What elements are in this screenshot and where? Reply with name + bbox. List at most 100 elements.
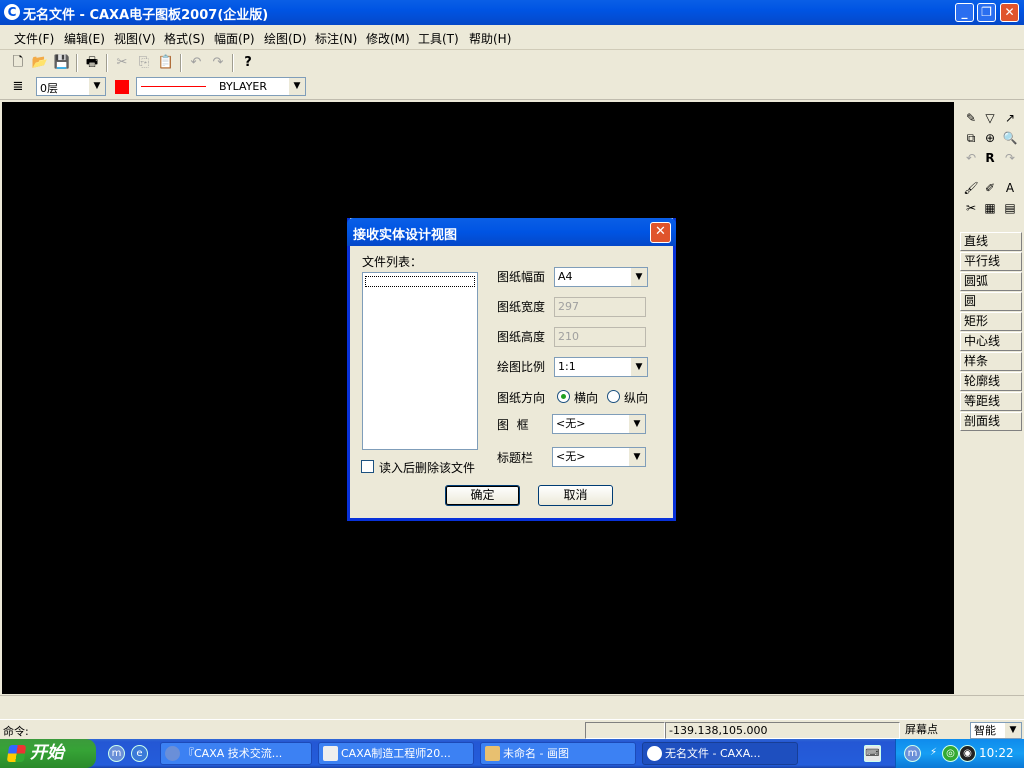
tray-network-icon[interactable]: ⚡: [925, 745, 942, 762]
undo-icon[interactable]: ↶: [186, 53, 206, 73]
file-list-label: 文件列表：: [362, 255, 423, 269]
landscape-label[interactable]: 横向: [574, 389, 598, 406]
new-file-icon[interactable]: 🗋: [8, 53, 28, 73]
task-label: 『CAXA 技术交流...: [183, 747, 283, 760]
funnel-icon[interactable]: ▽: [981, 109, 999, 127]
brush-icon[interactable]: 🖌: [962, 179, 980, 197]
draw-rectangle-button[interactable]: 矩形: [960, 312, 1022, 331]
toolbar-separator: [180, 54, 182, 72]
color-swatch[interactable]: [115, 80, 129, 94]
task-caxa-draft[interactable]: 无名文件 - CAXA...: [642, 742, 798, 765]
task-caxa-me[interactable]: CAXA制造工程师20...: [318, 742, 474, 765]
dialog-close-button[interactable]: ✕: [650, 222, 671, 243]
text-icon[interactable]: A: [1001, 179, 1019, 197]
keyboard-icon[interactable]: ⌨: [864, 745, 881, 762]
menu-draw[interactable]: 绘图(D): [264, 30, 307, 47]
draw-hatch-button[interactable]: 剖面线: [960, 412, 1022, 431]
titleblock-select[interactable]: <无> ▼: [552, 447, 646, 467]
minimize-button[interactable]: _: [955, 3, 974, 22]
menu-tools[interactable]: 工具(T): [418, 30, 459, 47]
zoom-window-icon[interactable]: ⊕: [981, 129, 999, 147]
cut-icon[interactable]: ✂: [112, 53, 132, 73]
chevron-down-icon[interactable]: ▼: [631, 268, 647, 286]
redraw-icon[interactable]: R: [981, 149, 999, 167]
menu-help[interactable]: 帮助(H): [469, 30, 511, 47]
paper-width-field[interactable]: 297: [554, 297, 646, 317]
layer-manager-icon[interactable]: ≣: [8, 77, 28, 97]
close-button[interactable]: ✕: [1000, 3, 1019, 22]
draw-offset-button[interactable]: 等距线: [960, 392, 1022, 411]
caxa-logo-icon[interactable]: C: [4, 4, 20, 20]
redo-icon[interactable]: ↷: [208, 53, 228, 73]
tray-media-icon[interactable]: ◉: [959, 745, 976, 762]
dialog-title-bar: 接收实体设计视图 ✕: [347, 218, 676, 246]
quicklaunch-maxthon-icon[interactable]: m: [108, 745, 125, 762]
trim-icon[interactable]: ✂: [962, 199, 980, 217]
draw-spline-button[interactable]: 样条: [960, 352, 1022, 371]
chevron-down-icon[interactable]: ▼: [1005, 723, 1021, 738]
chevron-down-icon[interactable]: ▼: [289, 78, 305, 95]
delete-after-read-label[interactable]: 读入后删除该文件: [379, 459, 475, 476]
frame-select[interactable]: <无> ▼: [552, 414, 646, 434]
paper-width-label: 图纸宽度: [497, 300, 546, 314]
chevron-down-icon[interactable]: ▼: [89, 78, 105, 95]
help-icon[interactable]: ?: [238, 53, 258, 73]
draw-parallel-line-button[interactable]: 平行线: [960, 252, 1022, 271]
paste-icon[interactable]: 📋: [156, 53, 176, 73]
menu-dimension[interactable]: 标注(N): [315, 30, 357, 47]
window-title: 无名文件 - CAXA电子图板2007(企业版): [23, 8, 269, 23]
paper-size-select[interactable]: A4 ▼: [554, 267, 648, 287]
draw-centerline-button[interactable]: 中心线: [960, 332, 1022, 351]
cancel-button[interactable]: 取消: [538, 485, 613, 506]
landscape-radio[interactable]: [557, 390, 570, 403]
task-caxa-forum[interactable]: 『CAXA 技术交流...: [160, 742, 312, 765]
tray-maxthon-icon[interactable]: m: [904, 745, 921, 762]
linetype-preview: [141, 86, 206, 87]
draw-arc-button[interactable]: 圆弧: [960, 272, 1022, 291]
portrait-label[interactable]: 纵向: [624, 389, 648, 406]
layer-select[interactable]: 0层 ▼: [36, 77, 106, 96]
arrow-icon[interactable]: ↗: [1001, 109, 1019, 127]
paper-size-label: 图纸幅面: [497, 270, 546, 284]
copy-icon[interactable]: ⎘: [134, 53, 154, 73]
save-icon[interactable]: 💾: [52, 53, 72, 73]
zoom-icon[interactable]: 🔍: [1001, 129, 1019, 147]
menu-file[interactable]: 文件(F): [14, 30, 54, 47]
library-icon[interactable]: ▤: [1001, 199, 1019, 217]
smart-snap-select[interactable]: 智能 ▼: [970, 722, 1022, 739]
task-paint[interactable]: 未命名 - 画图: [480, 742, 636, 765]
chevron-down-icon[interactable]: ▼: [629, 448, 645, 466]
draw-circle-button[interactable]: 圆: [960, 292, 1022, 311]
scale-select[interactable]: 1:1 ▼: [554, 357, 648, 377]
tray-app-icon[interactable]: ◎: [942, 745, 959, 762]
chevron-down-icon[interactable]: ▼: [631, 358, 647, 376]
file-list[interactable]: [362, 272, 478, 450]
quicklaunch-ie-icon[interactable]: e: [131, 745, 148, 762]
start-button[interactable]: 开始: [0, 739, 96, 768]
menu-format[interactable]: 格式(S): [164, 30, 205, 47]
menu-view[interactable]: 视图(V): [114, 30, 156, 47]
menu-edit[interactable]: 编辑(E): [64, 30, 105, 47]
linetype-select[interactable]: BYLAYER ▼: [136, 77, 306, 96]
pan-icon[interactable]: ⧉: [962, 129, 980, 147]
block-icon[interactable]: ▦: [981, 199, 999, 217]
snap-mode-label[interactable]: 屏幕点: [902, 722, 968, 739]
portrait-radio[interactable]: [607, 390, 620, 403]
menu-sheet[interactable]: 幅面(P): [214, 30, 255, 47]
menu-modify[interactable]: 修改(M): [366, 30, 410, 47]
ok-button[interactable]: 确定: [445, 485, 520, 506]
redo-icon[interactable]: ↷: [1001, 149, 1019, 167]
chevron-down-icon[interactable]: ▼: [629, 415, 645, 433]
draw-contour-button[interactable]: 轮廓线: [960, 372, 1022, 391]
eraser-icon[interactable]: ✐: [981, 179, 999, 197]
paper-height-field[interactable]: 210: [554, 327, 646, 347]
list-focus-item[interactable]: [365, 276, 475, 287]
undo-icon[interactable]: ↶: [962, 149, 980, 167]
open-folder-icon[interactable]: 📂: [30, 53, 50, 73]
pencil-icon[interactable]: ✎: [962, 109, 980, 127]
frame-value: <无>: [556, 417, 586, 430]
delete-after-read-checkbox[interactable]: [361, 460, 374, 473]
draw-line-button[interactable]: 直线: [960, 232, 1022, 251]
print-icon[interactable]: 🖶: [82, 53, 102, 73]
restore-button[interactable]: ❐: [977, 3, 996, 22]
